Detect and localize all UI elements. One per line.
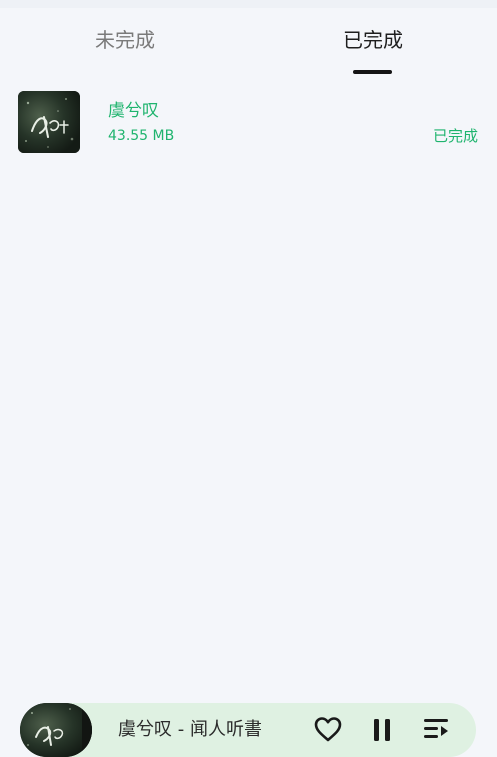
mini-player[interactable]: 虞兮叹 - 闻人听書 — [20, 703, 476, 757]
playlist-icon[interactable] — [420, 713, 452, 745]
download-size: 43.55 MB — [108, 128, 175, 144]
album-cover-image — [18, 91, 80, 153]
heart-outline-icon[interactable] — [312, 713, 344, 745]
tab-incomplete[interactable]: 未完成 — [95, 28, 155, 52]
active-tab-indicator — [353, 70, 392, 74]
tab-completed[interactable]: 已完成 — [343, 28, 403, 52]
mini-player-title: 虞兮叹 - 闻人听書 — [118, 719, 262, 740]
download-title: 虞兮叹 — [108, 101, 159, 121]
pause-icon[interactable] — [366, 713, 398, 745]
download-status: 已完成 — [432, 127, 478, 145]
download-item[interactable]: 虞兮叹 43.55 MB 已完成 — [0, 90, 497, 156]
download-tabs: 未完成 已完成 — [0, 8, 497, 74]
downloads-page: 未完成 已完成 虞兮叹 43.55 MB 已完成 虞兮叹 - 闻人听書 — [0, 0, 497, 757]
mini-player-cover[interactable] — [20, 703, 92, 757]
status-strip — [0, 0, 497, 8]
